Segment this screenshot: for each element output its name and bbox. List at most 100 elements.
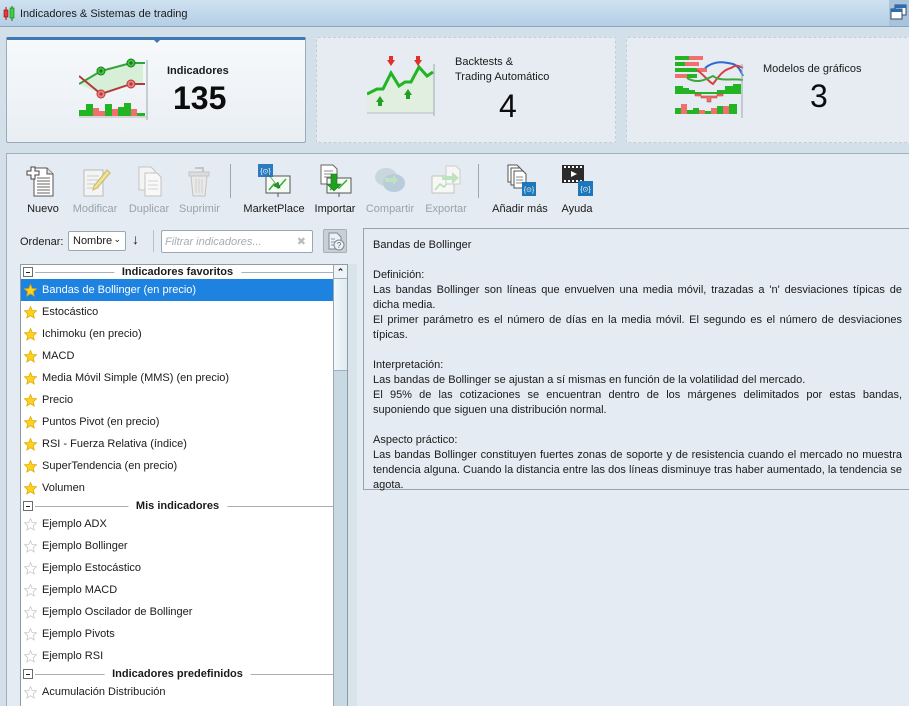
favorite-star-icon[interactable] — [23, 327, 38, 341]
indicator-name: Acumulación Distribución — [42, 686, 166, 698]
sort-selected-value: Nombre — [73, 235, 113, 247]
category-cards: Indicadores 135 Backtests & Trading Auto… — [0, 27, 909, 149]
modificar-button[interactable]: Modificar — [71, 164, 119, 216]
indicator-list-item[interactable]: Bandas de Bollinger (en precio) — [21, 279, 334, 301]
card-count: 3 — [810, 78, 828, 114]
list-scrollbar[interactable]: ⌃ — [333, 265, 347, 706]
chevron-down-icon: ⌄ — [113, 234, 121, 244]
marketplace-button[interactable]: {⊙} MarketPlace — [243, 164, 305, 216]
new-document-icon — [26, 166, 54, 197]
indicator-list-item[interactable]: Puntos Pivot (en precio) — [21, 411, 334, 433]
indicator-list-item[interactable]: RSI - Fuerza Relativa (índice) — [21, 433, 334, 455]
toolbar-separator — [478, 164, 479, 198]
card-modelos-graficos[interactable]: Modelos de gráficos 3 — [626, 37, 909, 143]
duplicar-button[interactable]: Duplicar — [127, 164, 171, 216]
indicator-list-item[interactable]: MACD — [21, 345, 334, 367]
star-outline-icon[interactable] — [23, 517, 38, 531]
suprimir-button[interactable]: Suprimir — [179, 164, 220, 216]
ayuda-button[interactable]: {⊙} Ayuda — [557, 164, 597, 216]
toolbar-separator — [230, 164, 231, 198]
nuevo-button[interactable]: Nuevo — [23, 164, 63, 216]
main-panel: Nuevo Modificar Duplicar Suprimir {⊙} Ma… — [6, 153, 909, 706]
collapse-toggle-icon[interactable] — [23, 501, 33, 511]
favorite-star-icon[interactable] — [23, 437, 38, 451]
importar-button[interactable]: Importar — [313, 164, 357, 216]
active-caret — [151, 37, 163, 43]
indicator-name: Media Móvil Simple (MMS) (en precio) — [42, 372, 230, 384]
restore-window-button[interactable] — [889, 0, 909, 26]
indicator-name: SuperTendencia (en precio) — [42, 460, 178, 472]
indicator-list-item[interactable]: Volumen — [21, 477, 334, 499]
indicator-list-item[interactable]: Ejemplo Pivots — [21, 623, 334, 645]
button-label: Nuevo — [27, 203, 59, 215]
candlestick-icon — [3, 6, 15, 21]
star-outline-icon[interactable] — [23, 561, 38, 575]
indicator-list-item[interactable]: Acumulación Distribución — [21, 681, 334, 703]
card-backtests[interactable]: Backtests & Trading Automático 4 — [316, 37, 616, 143]
indicator-name: Puntos Pivot (en precio) — [42, 416, 160, 428]
indicator-list-item[interactable]: Ejemplo RSI — [21, 645, 334, 667]
button-label: Duplicar — [128, 203, 170, 215]
favorite-star-icon[interactable] — [23, 349, 38, 363]
indicator-list-item[interactable]: Ejemplo MACD — [21, 579, 334, 601]
star-outline-icon[interactable] — [23, 605, 38, 619]
button-label: MarketPlace — [243, 203, 305, 215]
svg-text:{⊙}: {⊙} — [580, 187, 591, 194]
collapse-toggle-icon[interactable] — [23, 267, 33, 277]
anadir-mas-button[interactable]: {⊙} Añadir más — [491, 164, 549, 216]
panel-divider[interactable] — [348, 264, 357, 706]
star-outline-icon[interactable] — [23, 627, 38, 641]
indicator-list-item[interactable]: Precio — [21, 389, 334, 411]
definition-heading: Definición: — [373, 269, 425, 281]
indicator-list[interactable]: Indicadores favoritos Bandas de Bollinger… — [20, 264, 348, 706]
arrow-down-icon[interactable]: ↓ — [132, 231, 139, 247]
group-header: Indicadores predefinidos — [21, 667, 334, 681]
indicators-chart-icon — [79, 58, 148, 120]
help-document-icon: ? — [328, 232, 345, 251]
collapse-toggle-icon[interactable] — [23, 669, 33, 679]
indicator-name: Ejemplo MACD — [42, 584, 118, 596]
card-indicadores[interactable]: Indicadores 135 — [6, 37, 306, 143]
restore-window-icon — [890, 4, 907, 20]
star-outline-icon[interactable] — [23, 685, 38, 699]
indicator-list-item[interactable]: Ejemplo Estocástico — [21, 557, 334, 579]
favorite-star-icon[interactable] — [23, 481, 38, 495]
card-label-line1: Backtests & — [455, 56, 514, 68]
favorite-star-icon[interactable] — [23, 371, 38, 385]
clear-x-icon[interactable]: ✖ — [297, 235, 306, 248]
indicator-list-item[interactable]: Ejemplo Oscilador de Bollinger — [21, 601, 334, 623]
compartir-button[interactable]: Compartir — [365, 164, 415, 216]
favorite-star-icon[interactable] — [23, 305, 38, 319]
favorite-star-icon[interactable] — [23, 283, 38, 297]
favorite-star-icon[interactable] — [23, 459, 38, 473]
exportar-button[interactable]: Exportar — [423, 164, 469, 216]
scrollbar-thumb[interactable] — [334, 279, 347, 371]
indicator-list-item[interactable]: Ejemplo Bollinger — [21, 535, 334, 557]
filter-field[interactable]: ✖ — [161, 230, 313, 253]
title-bar: Indicadores & Sistemas de trading — [0, 0, 909, 27]
window-title: Indicadores & Sistemas de trading — [20, 8, 188, 20]
edit-document-icon — [83, 169, 111, 197]
definition-text-1: Las bandas Bollinger son líneas que envu… — [373, 284, 902, 311]
toolbar: Nuevo Modificar Duplicar Suprimir {⊙} Ma… — [7, 154, 909, 220]
indicator-list-item[interactable]: Estocástico — [21, 301, 334, 323]
sort-label: Ordenar: — [20, 236, 64, 248]
interpretation-text-1: Las bandas de Bollinger se ajustan a sí … — [373, 374, 806, 386]
star-outline-icon[interactable] — [23, 539, 38, 553]
svg-text:{⊙}: {⊙} — [524, 187, 535, 194]
filter-input[interactable] — [165, 232, 289, 251]
indicator-name: Ichimoku (en precio) — [42, 328, 142, 340]
indicator-list-item[interactable]: Ichimoku (en precio) — [21, 323, 334, 345]
indicator-list-item[interactable]: Media Móvil Simple (MMS) (en precio) — [21, 367, 334, 389]
scroll-up-icon[interactable]: ⌃ — [334, 265, 347, 279]
favorite-star-icon[interactable] — [23, 393, 38, 407]
star-outline-icon[interactable] — [23, 649, 38, 663]
indicator-list-item[interactable]: Ejemplo ADX — [21, 513, 334, 535]
help-button[interactable]: ? — [323, 229, 347, 253]
favorite-star-icon[interactable] — [23, 415, 38, 429]
indicator-name: Ejemplo Oscilador de Bollinger — [42, 606, 193, 618]
indicator-list-item[interactable]: SuperTendencia (en precio) — [21, 455, 334, 477]
sort-select[interactable]: Nombre ⌄ — [68, 231, 126, 251]
trash-icon — [188, 167, 210, 197]
star-outline-icon[interactable] — [23, 583, 38, 597]
